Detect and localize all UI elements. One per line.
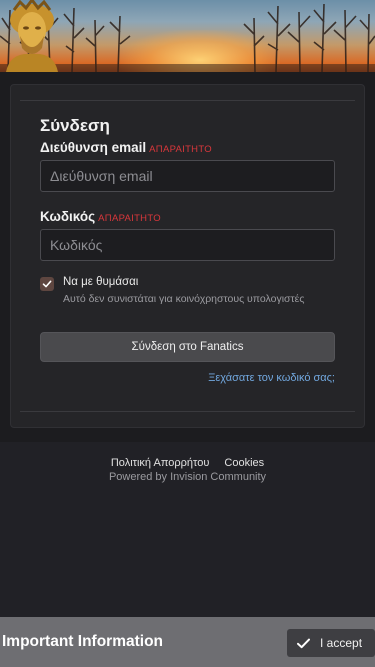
check-icon [42, 280, 52, 288]
required-tag: ΑΠΑΡΑΙΤΗΤΟ [149, 144, 212, 155]
important-info-bar: Important Information I accept [0, 617, 375, 667]
accept-label: I accept [320, 636, 363, 650]
notice-title: Important Information [2, 633, 164, 650]
powered-by-text[interactable]: Powered by Invision Community [0, 471, 375, 483]
email-label-text: Διεύθυνση email [40, 140, 147, 155]
email-field[interactable] [40, 160, 335, 192]
required-tag: ΑΠΑΡΑΙΤΗΤΟ [98, 213, 161, 224]
divider [20, 411, 355, 412]
accept-button[interactable]: I accept [287, 629, 375, 657]
footer-links: Πολιτική Απορρήτου Cookies [0, 457, 375, 469]
page-title: Σύνδεση [40, 116, 110, 135]
sign-in-button[interactable]: Σύνδεση στο Fanatics [40, 332, 335, 362]
password-field[interactable] [40, 229, 335, 261]
cookies-link[interactable]: Cookies [224, 457, 264, 469]
remember-checkbox[interactable] [40, 277, 54, 291]
email-label: Διεύθυνση email ΑΠΑΡΑΙΤΗΤΟ [40, 140, 212, 155]
password-label: Κωδικός ΑΠΑΡΑΙΤΗΤΟ [40, 209, 161, 224]
remember-description: Αυτό δεν συνιστάται για κοινόχρηστους υπ… [63, 293, 305, 305]
password-label-text: Κωδικός [40, 209, 96, 224]
header-banner [0, 0, 375, 72]
check-icon [297, 636, 311, 650]
remember-label[interactable]: Να με θυμάσαι [63, 276, 138, 288]
privacy-policy-link[interactable]: Πολιτική Απορρήτου [111, 457, 210, 469]
statue-bust-image [6, 0, 58, 72]
divider [20, 100, 355, 101]
forgot-password-link[interactable]: Ξεχάσατε τον κωδικό σας; [208, 372, 335, 384]
